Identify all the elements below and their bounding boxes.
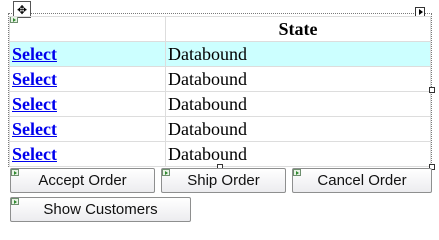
select-link[interactable]: Select	[12, 69, 57, 89]
show-customers-label: Show Customers	[43, 201, 158, 218]
resize-handle-right[interactable]	[429, 87, 435, 93]
data-grid: State Select Databound Select Databound …	[9, 16, 431, 167]
select-link[interactable]: Select	[12, 144, 57, 164]
select-link[interactable]: Select	[12, 44, 57, 64]
table-row: Select Databound	[9, 66, 431, 92]
select-cell: Select	[9, 41, 166, 67]
show-customers-button[interactable]: Show Customers	[10, 197, 191, 222]
table-row: Select Databound	[9, 91, 431, 117]
select-link[interactable]: Select	[12, 119, 57, 139]
state-cell: Databound	[165, 91, 431, 117]
state-cell: Databound	[165, 141, 431, 167]
accept-order-button[interactable]: Accept Order	[10, 168, 155, 193]
designer-glyph-icon	[11, 169, 19, 176]
state-cell: Databound	[165, 116, 431, 142]
select-cell: Select	[9, 116, 166, 142]
designer-glyph-icon	[11, 198, 19, 205]
designer-glyph-icon	[162, 169, 170, 176]
cancel-order-button[interactable]: Cancel Order	[292, 168, 432, 193]
designer-glyph-icon	[293, 169, 301, 176]
design-surface: ✥ State Select Databound Select Databoun…	[0, 0, 439, 226]
select-cell: Select	[9, 91, 166, 117]
select-link[interactable]: Select	[12, 94, 57, 114]
accept-order-label: Accept Order	[38, 172, 127, 189]
column-header-select	[9, 16, 166, 42]
grid-header-row: State	[9, 16, 431, 42]
state-cell: Databound	[165, 41, 431, 67]
cancel-order-label: Cancel Order	[317, 172, 407, 189]
table-row: Select Databound	[9, 116, 431, 142]
select-cell: Select	[9, 141, 166, 167]
table-row: Select Databound	[9, 41, 431, 67]
ship-order-label: Ship Order	[187, 172, 260, 189]
select-cell: Select	[9, 66, 166, 92]
table-row: Select Databound	[9, 141, 431, 167]
column-header-state: State	[165, 16, 431, 42]
state-cell: Databound	[165, 66, 431, 92]
ship-order-button[interactable]: Ship Order	[161, 168, 286, 193]
